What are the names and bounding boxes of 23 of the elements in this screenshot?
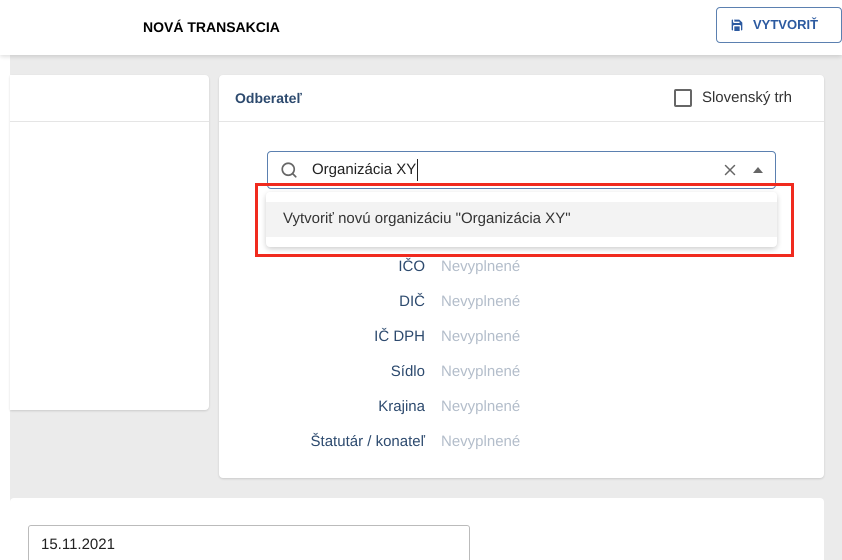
field-label: Štatutár / konateľ	[310, 432, 425, 452]
field-label: Sídlo	[390, 362, 425, 382]
field-value: Nevyplnené	[441, 256, 520, 277]
customer-title: Odberateľ	[235, 88, 302, 108]
field-label: IČ DPH	[373, 326, 425, 347]
caret-icon[interactable]	[753, 167, 763, 173]
date-field[interactable]: 15.11.2021	[28, 525, 470, 560]
field-label: DIČ	[398, 292, 425, 312]
field-value: Nevyplnené	[441, 396, 520, 417]
search-icon	[280, 161, 298, 179]
field-value: Nevyplnené	[441, 362, 520, 382]
search-field[interactable]: Organizácia XY	[267, 151, 776, 189]
field-value: Nevyplnené	[441, 326, 520, 347]
create-button[interactable]: VYTVORIŤ	[716, 6, 842, 42]
slovak-market-checkbox[interactable]: Slovenský trh	[674, 86, 792, 110]
dropdown-option[interactable]: Vytvoriť novú organizáciu "Organizácia XY"	[266, 202, 777, 237]
search-value: Organizácia XY	[312, 158, 418, 182]
save-icon	[729, 16, 745, 32]
field-label: Krajina	[377, 396, 425, 417]
field-value: Nevyplnené	[441, 292, 520, 312]
field-label: IČO	[397, 256, 425, 277]
page-title: NOVÁ TRANSAKCIA	[143, 18, 280, 37]
field-value: Nevyplnené	[441, 432, 520, 452]
